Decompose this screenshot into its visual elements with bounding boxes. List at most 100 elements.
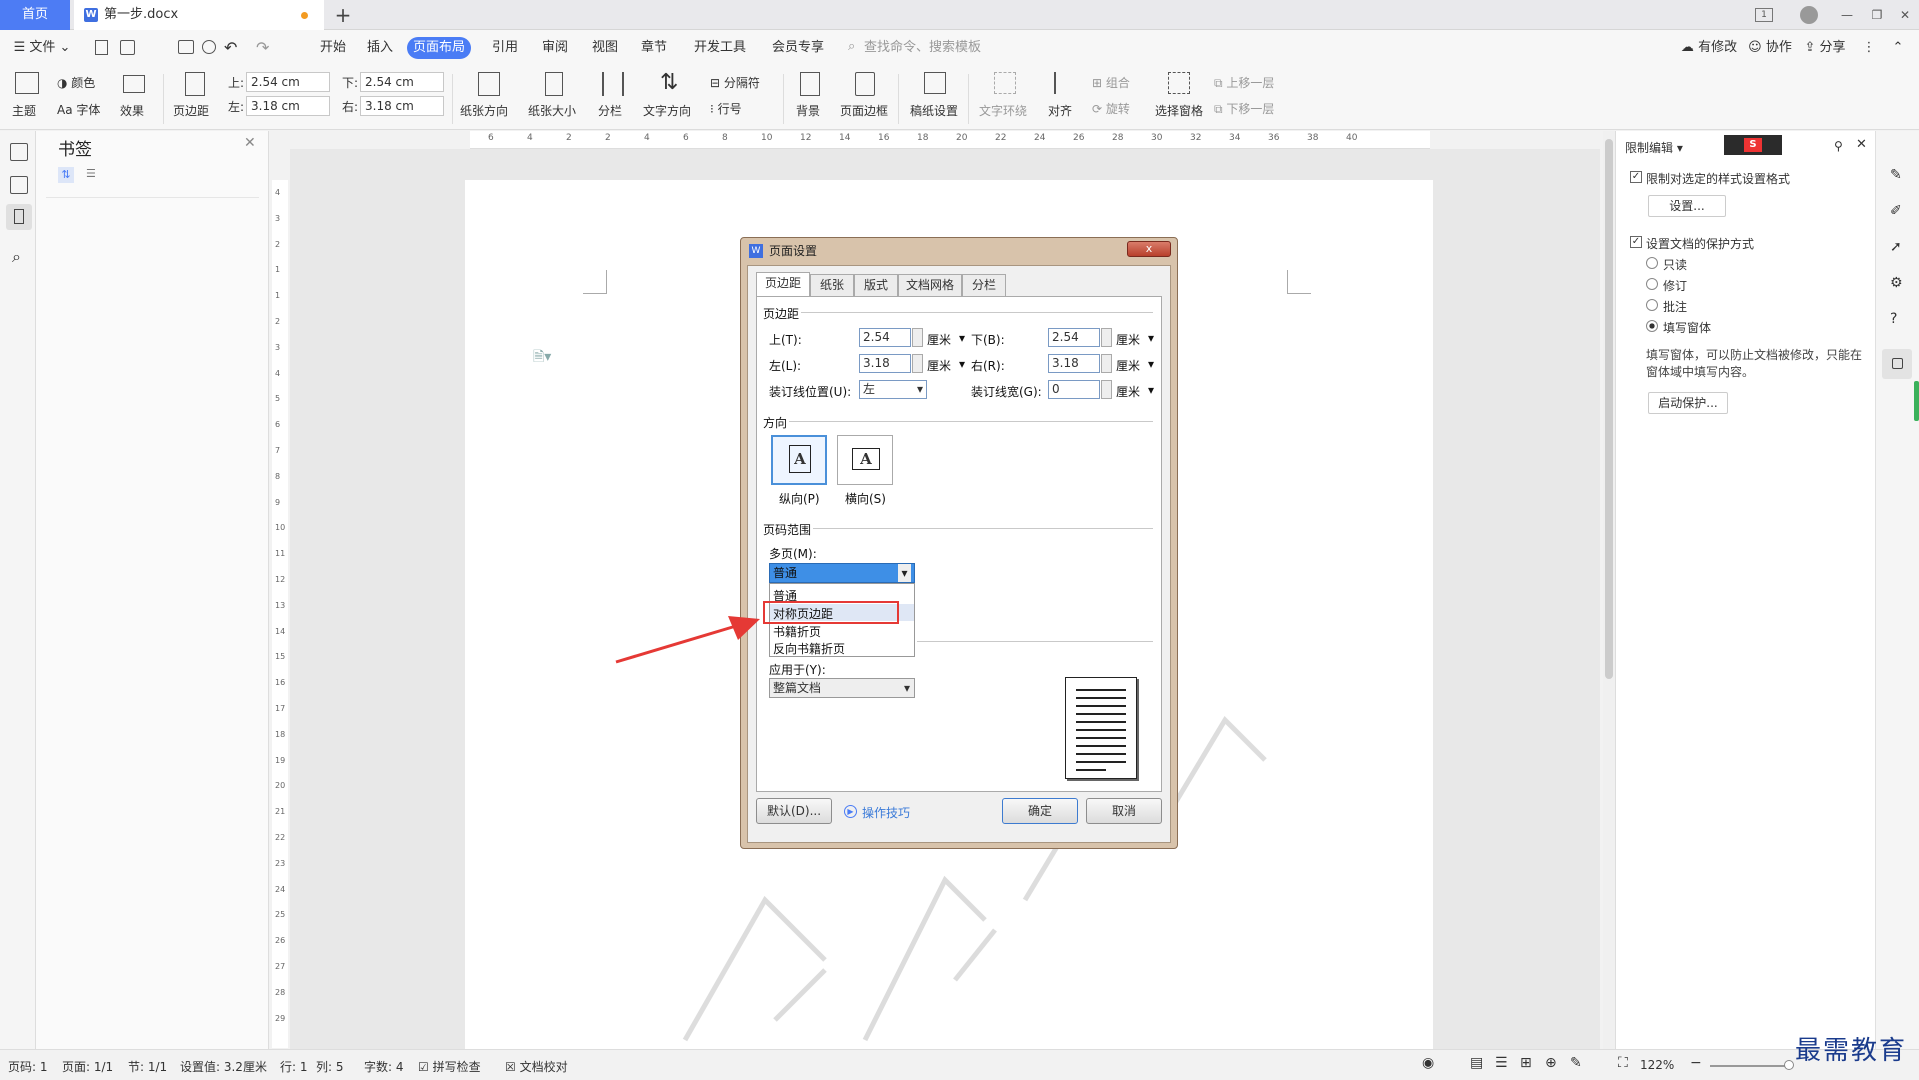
eye-protection-icon[interactable]: ◉ [1422, 1055, 1434, 1071]
unit-dropdown[interactable]: 厘米 [1116, 383, 1140, 400]
rotate-button[interactable]: ⟳ 旋转 [1092, 100, 1130, 117]
color-button[interactable]: ◑ 颜色 [57, 74, 95, 91]
right-spinner[interactable] [1101, 354, 1112, 373]
menu-page-layout[interactable]: 页面布局 [407, 37, 471, 59]
zoom-level[interactable]: 122% [1640, 1058, 1674, 1072]
theme-button[interactable]: 主题 [12, 102, 36, 119]
paper-size-button[interactable]: 纸张大小 [528, 102, 576, 119]
effect-button[interactable]: 效果 [120, 102, 144, 119]
sort-icon[interactable]: ⇅ [58, 167, 74, 183]
right-input[interactable]: 3.18 [1048, 354, 1100, 373]
new-doc-icon[interactable] [95, 40, 108, 55]
avatar[interactable] [1800, 6, 1818, 24]
window-layout-icon[interactable]: 1 [1755, 8, 1773, 22]
checkbox-protection-mode[interactable]: ✓ [1630, 236, 1642, 248]
has-changes-button[interactable]: ☁ 有修改 [1680, 30, 1738, 66]
print-preview-icon[interactable] [202, 40, 216, 54]
proofread-button[interactable]: ☒ 文档校对 [505, 1058, 568, 1075]
menu-references[interactable]: 引用 [487, 30, 523, 66]
file-menu[interactable]: ☰ 文件 ⌄ [12, 30, 72, 66]
align-button[interactable]: 对齐 [1048, 102, 1072, 119]
left-margin-input[interactable]: 3.18 cm [246, 96, 330, 116]
collapse-ribbon-icon[interactable]: ⌃ [1888, 30, 1908, 66]
search-command-input[interactable]: 查找命令、搜索模板 [864, 30, 994, 66]
web-view-icon[interactable]: ⊕ [1545, 1055, 1557, 1071]
left-input[interactable]: 3.18 [859, 354, 911, 373]
redo-icon[interactable]: ↷ [256, 38, 269, 57]
unit-dropdown[interactable]: 厘米 [1116, 331, 1140, 348]
settings-button[interactable]: 设置... [1648, 195, 1726, 217]
dialog-title-bar[interactable]: W 页面设置 [741, 238, 1177, 264]
more-icon[interactable]: ⋮ [1862, 30, 1876, 66]
paragraph-handle-icon[interactable]: 🗎▾ [533, 346, 551, 370]
right-margin-input[interactable]: 3.18 cm [360, 96, 444, 116]
write-view-icon[interactable]: ✎ [1570, 1055, 1582, 1071]
margins-button[interactable]: 页边距 [173, 102, 209, 119]
new-tab-button[interactable]: + [330, 2, 356, 28]
close-window-button[interactable]: ✕ [1893, 5, 1917, 25]
tab-margins[interactable]: 页边距 [756, 272, 810, 296]
background-button[interactable]: 背景 [796, 102, 820, 119]
radio-readonly[interactable] [1646, 257, 1658, 269]
menu-start[interactable]: 开始 [315, 30, 351, 66]
top-margin-input[interactable]: 2.54 cm [246, 72, 330, 92]
start-protection-button[interactable]: 启动保护... [1648, 392, 1728, 414]
outline-icon[interactable] [10, 143, 28, 161]
bookmark-nav-icon[interactable] [6, 204, 32, 230]
unit-dropdown[interactable]: 厘米 [927, 357, 951, 374]
select-icon[interactable]: ➚ [1890, 239, 1902, 255]
text-direction-button[interactable]: 文字方向 [643, 102, 691, 119]
tab-paper[interactable]: 纸张 [810, 274, 854, 296]
gutter-width-input[interactable]: 0 [1048, 380, 1100, 399]
tab-columns[interactable]: 分栏 [962, 274, 1006, 296]
gutter-width-spinner[interactable] [1101, 380, 1112, 399]
top-spinner[interactable] [912, 328, 923, 347]
line-number-button[interactable]: ⁝ 行号 [710, 100, 742, 117]
list-icon[interactable]: ☰ [86, 167, 96, 180]
fit-page-icon[interactable]: ⛶ [1618, 1055, 1628, 1071]
unit-dropdown[interactable]: 厘米 [1116, 357, 1140, 374]
option-book-fold[interactable]: 书籍折页 [773, 623, 821, 640]
page-border-button[interactable]: 页面边框 [840, 102, 888, 119]
home-tab[interactable]: 首页 [0, 0, 70, 30]
tips-link[interactable]: 操作技巧 [862, 804, 910, 821]
minimize-button[interactable]: — [1835, 5, 1859, 25]
option-reverse-book-fold[interactable]: 反向书籍折页 [773, 640, 845, 657]
tab-layout[interactable]: 版式 [854, 274, 898, 296]
tab-doc-grid[interactable]: 文档网格 [898, 274, 962, 296]
zoom-out-icon[interactable]: − [1690, 1055, 1702, 1071]
radio-fill-forms[interactable] [1646, 320, 1658, 332]
collaborate-button[interactable]: ☺ 协作 [1745, 30, 1795, 66]
unit-dropdown[interactable]: 厘米 [927, 331, 951, 348]
close-panel-icon[interactable]: ✕ [1856, 137, 1867, 152]
zoom-slider-thumb[interactable] [1784, 1060, 1794, 1070]
scrollbar-thumb[interactable] [1605, 139, 1613, 679]
menu-insert[interactable]: 插入 [362, 30, 398, 66]
checkbox-restrict-format[interactable]: ✓ [1630, 171, 1642, 183]
close-panel-icon[interactable]: ✕ [244, 135, 256, 151]
print-icon[interactable] [178, 40, 194, 54]
send-backward-button[interactable]: ⧉ 下移一层 [1214, 100, 1274, 117]
landscape-button[interactable]: A [837, 435, 893, 485]
pin-icon[interactable]: ⚲ [1834, 139, 1843, 153]
style-icon[interactable]: ✎ [1890, 167, 1902, 183]
orientation-button[interactable]: 纸张方向 [460, 102, 508, 119]
search-nav-icon[interactable]: ⌕ [12, 247, 21, 267]
document-tab[interactable]: W 第一步.docx [74, 0, 324, 30]
cancel-button[interactable]: 取消 [1086, 798, 1162, 824]
left-spinner[interactable] [912, 354, 923, 373]
columns-button[interactable]: 分栏 [598, 102, 622, 119]
menu-dev-tools[interactable]: 开发工具 [690, 30, 750, 66]
default-button[interactable]: 默认(D)... [756, 798, 832, 824]
restore-button[interactable]: ❐ [1865, 5, 1889, 25]
bring-forward-button[interactable]: ⧉ 上移一层 [1214, 74, 1274, 91]
page-view-icon[interactable]: ▤ [1470, 1055, 1483, 1071]
top-input[interactable]: 2.54 [859, 328, 911, 347]
outline-view-icon[interactable]: ☰ [1495, 1055, 1508, 1071]
undo-icon[interactable]: ↶ [224, 38, 237, 57]
portrait-button[interactable]: A [771, 435, 827, 485]
adjust-icon[interactable]: ⚙ [1890, 275, 1903, 291]
separator-button[interactable]: ⊟ 分隔符 [710, 74, 760, 91]
menu-chapter[interactable]: 章节 [636, 30, 672, 66]
menu-view[interactable]: 视图 [587, 30, 623, 66]
